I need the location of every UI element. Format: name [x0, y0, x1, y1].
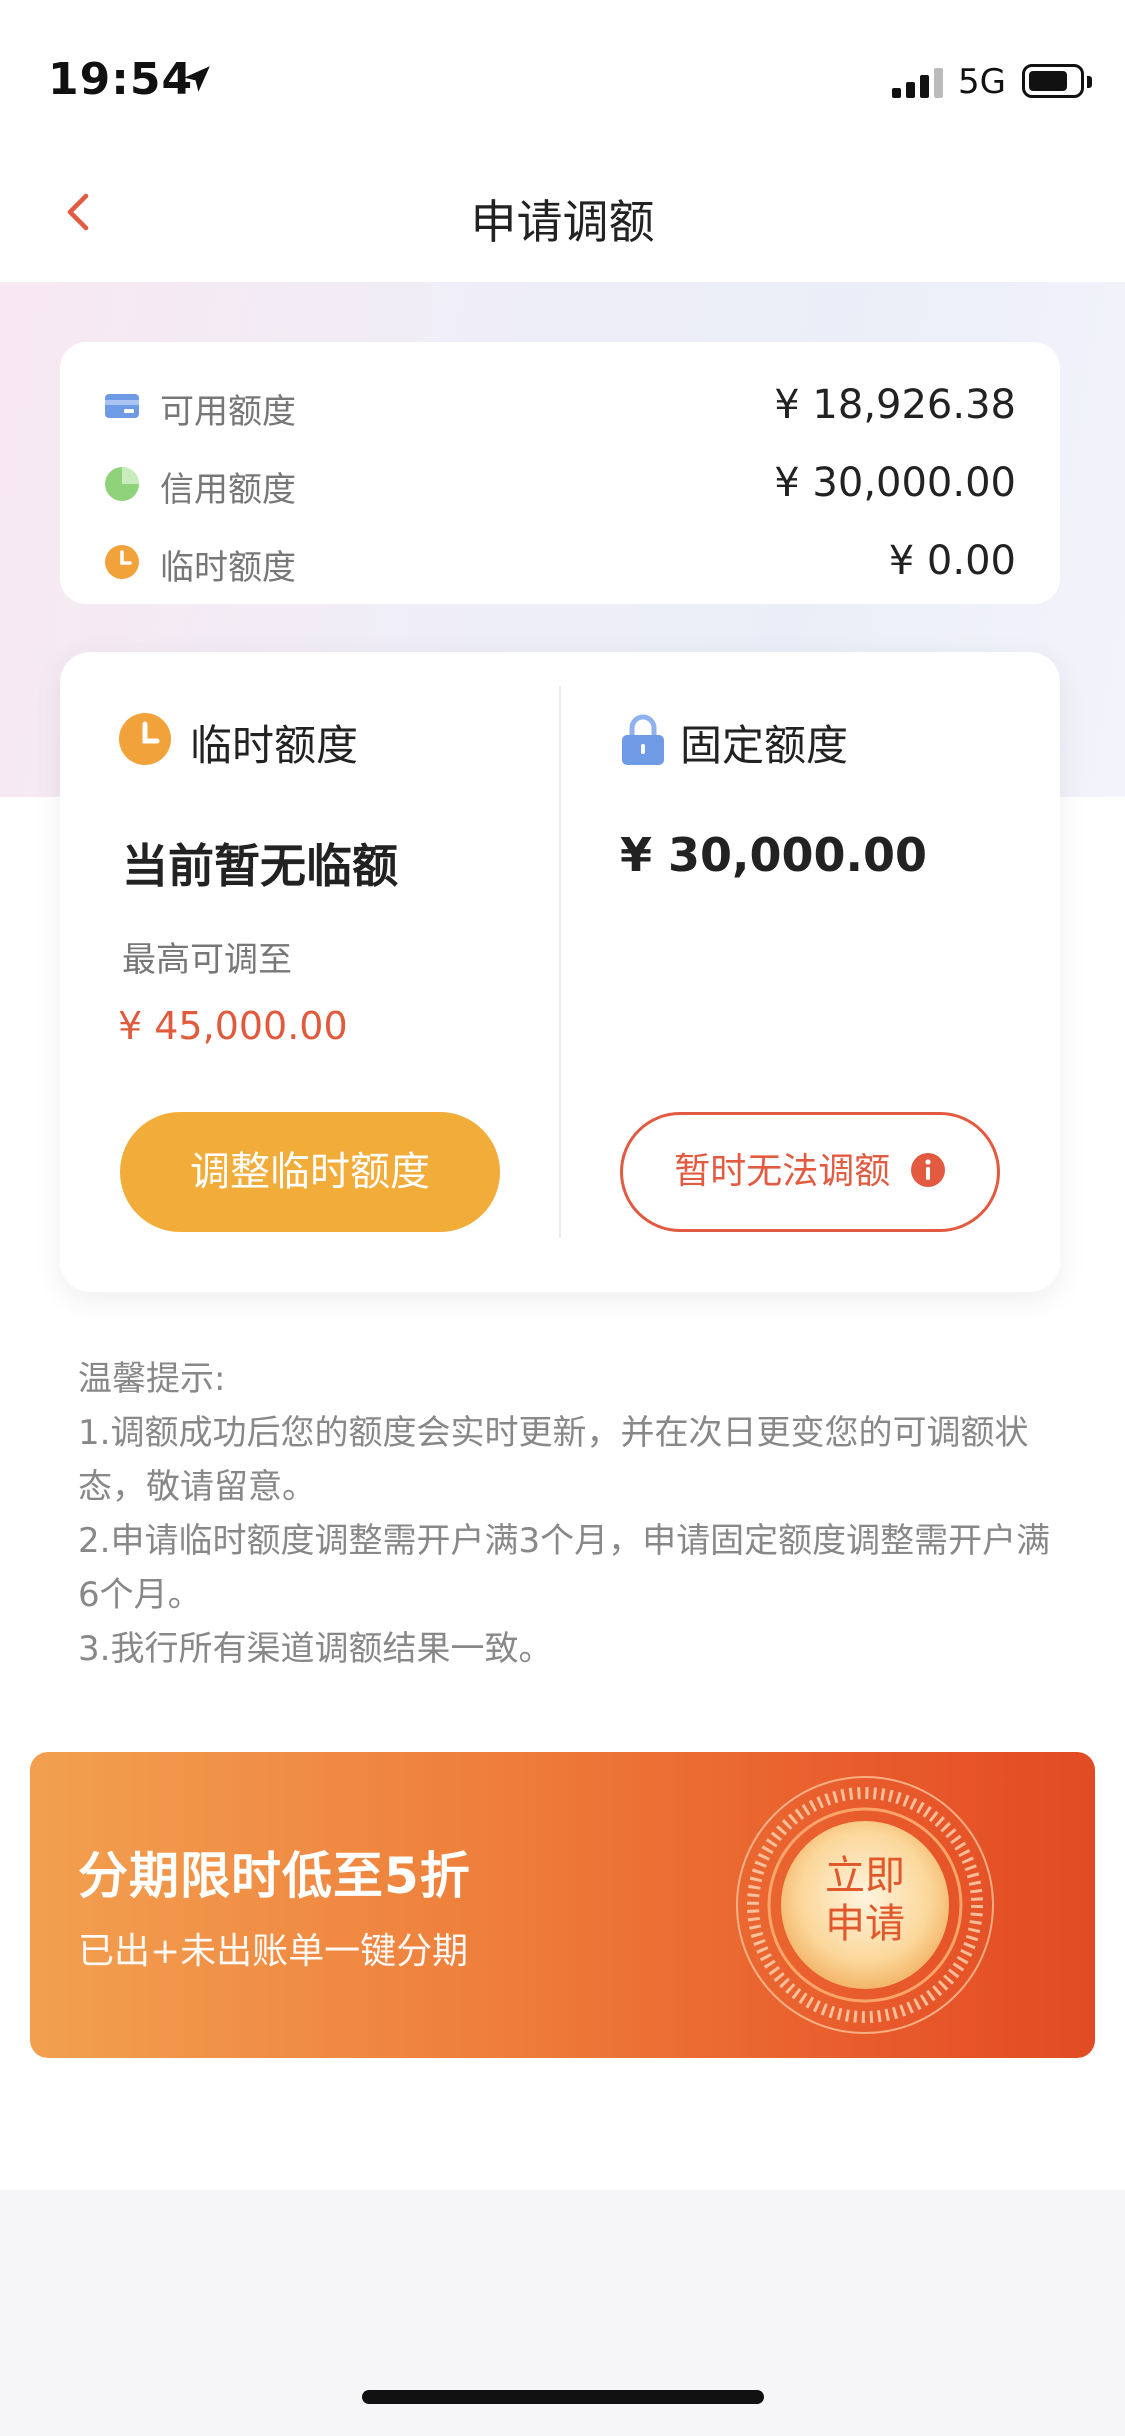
cannot-adjust-button[interactable]: 暂时无法调额	[620, 1112, 1000, 1232]
summary-value: ¥ 0.00	[888, 538, 1016, 584]
summary-row-credit: 信用额度 ¥ 30,000.00	[104, 454, 1016, 514]
adjust-temporary-limit-button[interactable]: 调整临时额度	[120, 1112, 500, 1232]
tips-section: 温馨提示: 1.调额成功后您的额度会实时更新，并在次日更变您的可调额状态，敬请留…	[78, 1352, 1058, 1676]
clock-icon	[119, 713, 171, 765]
max-adjustable-value: ¥ 45,000.00	[118, 1004, 348, 1048]
installment-promo-banner[interactable]: 分期限时低至5折 已出+未出账单一键分期 立即 申请	[30, 1752, 1095, 2058]
summary-row-temporary: 临时额度 ¥ 0.00	[104, 532, 1016, 592]
apply-now-line2: 申请	[825, 1901, 905, 1947]
tips-heading: 温馨提示:	[78, 1359, 226, 1399]
apply-now-button[interactable]: 立即 申请	[790, 1852, 940, 1948]
temporary-limit-status: 当前暂无临额	[122, 839, 398, 893]
card-icon	[105, 394, 139, 418]
tips-item: 1.调额成功后您的额度会实时更新，并在次日更变您的可调额状态，敬请留意。	[78, 1413, 1029, 1507]
summary-label: 可用额度	[160, 392, 296, 432]
banner-title: 分期限时低至5折	[78, 1847, 471, 1905]
summary-value: ¥ 18,926.38	[774, 382, 1016, 428]
tips-item: 2.申请临时额度调整需开户满3个月，申请固定额度调整需开户满6个月。	[78, 1521, 1051, 1615]
apply-now-line1: 立即	[825, 1853, 905, 1899]
fixed-limit-value: ¥ 30,000.00	[620, 828, 928, 882]
tips-item: 3.我行所有渠道调额结果一致。	[78, 1629, 553, 1669]
status-bar: 19:54 5G	[0, 0, 1125, 140]
temporary-limit-title: 临时额度	[190, 721, 359, 770]
banner-subtitle: 已出+未出账单一键分期	[78, 1931, 469, 1972]
battery-icon	[1022, 64, 1092, 98]
location-arrow-icon	[184, 66, 210, 92]
column-divider	[559, 686, 561, 1238]
home-indicator[interactable]	[362, 2390, 764, 2404]
page-title: 申请调额	[470, 195, 655, 249]
fixed-limit-title: 固定额度	[680, 721, 849, 770]
summary-label: 临时额度	[160, 548, 296, 588]
max-adjustable-label: 最高可调至	[122, 940, 292, 980]
summary-value: ¥ 30,000.00	[774, 460, 1016, 506]
navbar: 申请调额	[0, 140, 1125, 282]
summary-label: 信用额度	[160, 470, 296, 510]
limit-summary-card: 可用额度 ¥ 18,926.38 信用额度 ¥ 30,000.00 临时额度 ¥…	[60, 342, 1060, 604]
limit-adjust-card: 临时额度 当前暂无临额 最高可调至 ¥ 45,000.00 调整临时额度 固定额…	[60, 652, 1060, 1292]
pie-icon	[105, 467, 139, 501]
lock-icon	[622, 714, 664, 765]
clock-icon	[105, 545, 139, 579]
signal-icon	[892, 68, 944, 98]
network-label: 5G	[958, 62, 1006, 102]
summary-row-available: 可用额度 ¥ 18,926.38	[104, 376, 1016, 436]
info-icon[interactable]	[910, 1152, 946, 1188]
cannot-adjust-label: 暂时无法调额	[674, 1151, 891, 1192]
status-time: 19:54	[48, 54, 194, 105]
